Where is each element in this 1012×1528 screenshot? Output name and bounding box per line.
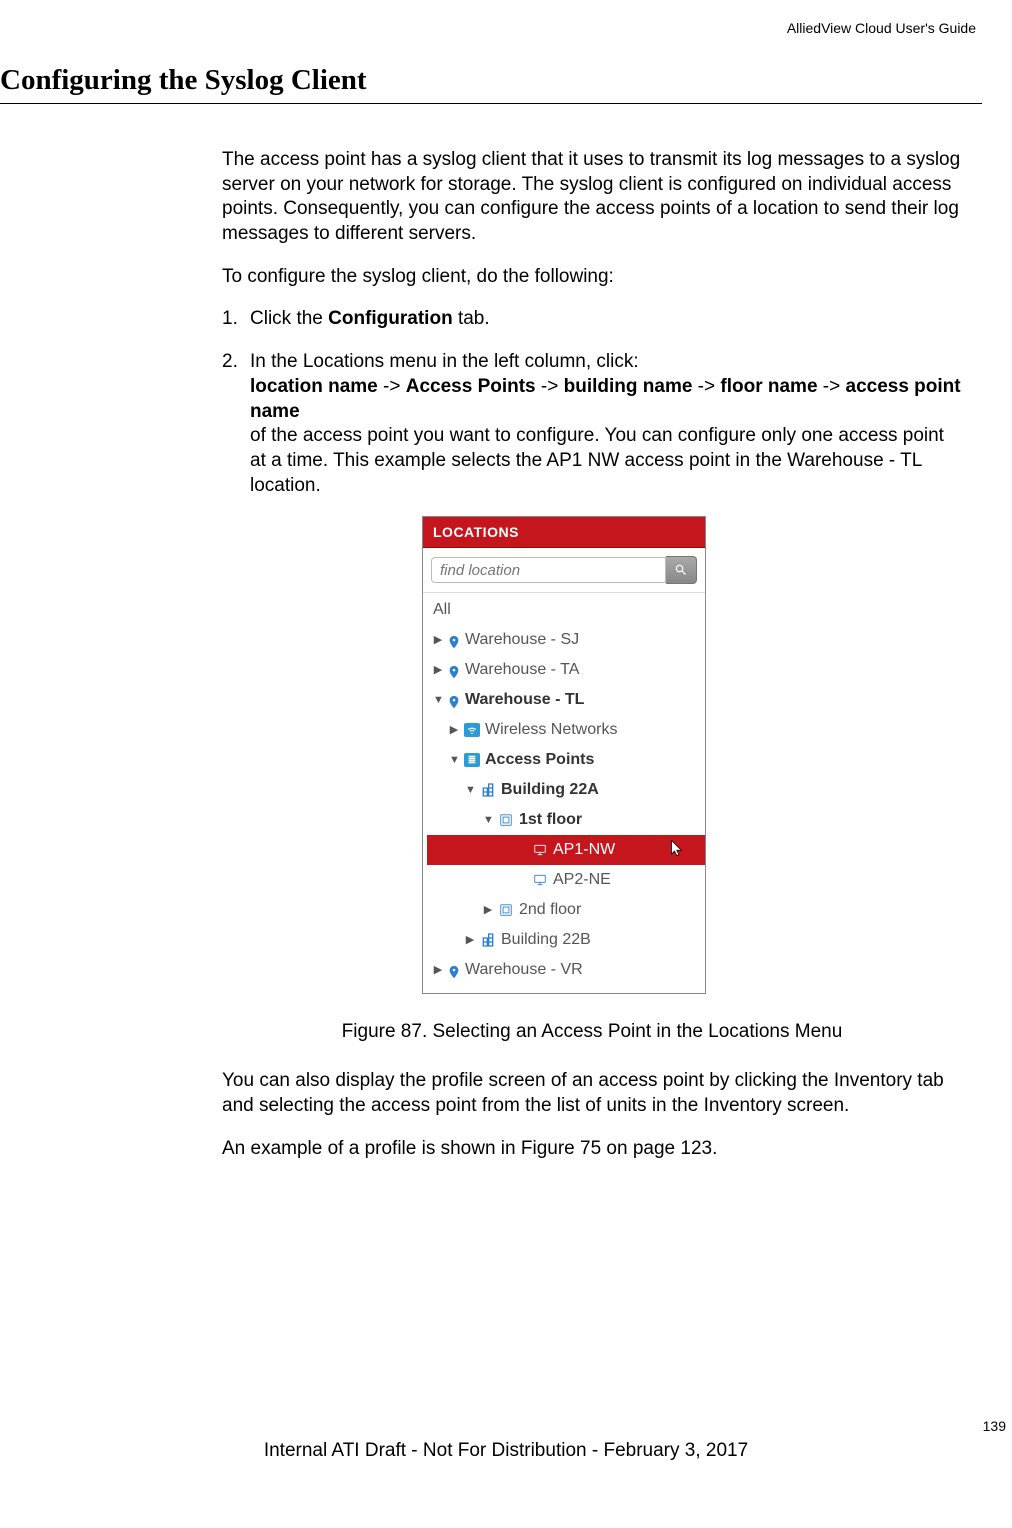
figure-caption: Figure 87. Selecting an Access Point in …	[222, 1020, 962, 1045]
floor-icon	[497, 812, 515, 828]
step-text: of the access point you want to configur…	[250, 425, 944, 495]
step-number: 2.	[222, 350, 250, 498]
access-point-icon: ≣	[463, 752, 481, 768]
path-part: floor name	[720, 376, 817, 397]
find-location-input[interactable]	[431, 557, 666, 583]
tree-label: Building 22B	[501, 928, 591, 952]
tree-label: AP2-NE	[553, 868, 611, 892]
footer-note: Internal ATI Draft - Not For Distributio…	[0, 1440, 1012, 1462]
after-paragraph-1: You can also display the profile screen …	[222, 1069, 962, 1118]
tree-item-2nd-floor[interactable]: 2nd floor	[427, 895, 705, 925]
tree-item-warehouse-tl[interactable]: Warehouse - TL	[427, 685, 705, 715]
tree-item-ap1-nw-selected[interactable]: AP1-NW	[427, 835, 705, 865]
wifi-icon	[463, 722, 481, 738]
building-icon	[479, 932, 497, 948]
floor-icon	[497, 902, 515, 918]
step-bold: Configuration	[328, 308, 453, 329]
caret-right-icon	[433, 662, 443, 679]
step-1: 1. Click the Configuration tab.	[222, 307, 962, 332]
step-text: In the Locations menu in the left column…	[250, 351, 639, 372]
tree-item-building-22b[interactable]: Building 22B	[427, 925, 705, 955]
pin-icon	[447, 963, 461, 977]
tree-item-building-22a[interactable]: Building 22A	[427, 775, 705, 805]
caret-right-icon	[483, 902, 493, 919]
device-icon	[531, 872, 549, 888]
tree-item-access-points[interactable]: ≣ Access Points	[427, 745, 705, 775]
caret-right-icon	[433, 632, 443, 649]
path-sep: ->	[378, 376, 406, 397]
tree-label: Warehouse - SJ	[465, 628, 579, 652]
tree-label: Warehouse - VR	[465, 958, 583, 982]
doc-header: AlliedView Cloud User's Guide	[0, 20, 982, 36]
pin-icon	[447, 663, 461, 677]
page-number: 139	[0, 1418, 1012, 1434]
locations-header: LOCATIONS	[423, 517, 705, 548]
locations-tree: All Warehouse - SJ Warehouse - TA Wareho…	[423, 593, 705, 993]
tree-item-warehouse-ta[interactable]: Warehouse - TA	[427, 655, 705, 685]
tree-label: Wireless Networks	[485, 718, 617, 742]
lead-sentence: To configure the syslog client, do the f…	[222, 265, 962, 290]
caret-right-icon	[449, 722, 459, 739]
section-title: Configuring the Syslog Client	[0, 64, 982, 97]
caret-down-icon	[449, 752, 459, 769]
step-2: 2. In the Locations menu in the left col…	[222, 350, 962, 498]
after-paragraph-2: An example of a profile is shown in Figu…	[222, 1137, 962, 1162]
step-text: Click the	[250, 308, 328, 329]
step-number: 1.	[222, 307, 250, 332]
tree-label: Warehouse - TA	[465, 658, 579, 682]
path-part: building name	[564, 376, 693, 397]
caret-down-icon	[433, 692, 443, 709]
tree-item-warehouse-sj[interactable]: Warehouse - SJ	[427, 625, 705, 655]
intro-paragraph: The access point has a syslog client tha…	[222, 148, 962, 247]
pin-icon	[447, 633, 461, 647]
search-button[interactable]	[666, 556, 697, 584]
tree-label: AP1-NW	[553, 838, 615, 862]
path-sep: ->	[536, 376, 564, 397]
tree-label: Building 22A	[501, 778, 599, 802]
tree-item-1st-floor[interactable]: 1st floor	[427, 805, 705, 835]
tree-item-warehouse-vr[interactable]: Warehouse - VR	[427, 955, 705, 985]
caret-right-icon	[465, 932, 475, 949]
search-icon	[674, 563, 688, 577]
caret-down-icon	[465, 782, 475, 799]
tree-item-ap2-ne[interactable]: AP2-NE	[427, 865, 705, 895]
tree-label: Access Points	[485, 748, 594, 772]
device-icon	[531, 842, 549, 858]
tree-label: 2nd floor	[519, 898, 581, 922]
tree-label: 1st floor	[519, 808, 582, 832]
title-rule	[0, 103, 982, 104]
tree-label: Warehouse - TL	[465, 688, 584, 712]
path-sep: ->	[692, 376, 720, 397]
caret-down-icon	[483, 812, 493, 829]
tree-all[interactable]: All	[427, 595, 705, 625]
locations-panel: LOCATIONS All Warehouse - SJ Warehouse -	[422, 516, 706, 994]
path-part: Access Points	[406, 376, 536, 397]
caret-right-icon	[433, 962, 443, 979]
path-part: location name	[250, 376, 378, 397]
building-icon	[479, 782, 497, 798]
step-text: tab.	[453, 308, 490, 329]
pin-icon	[447, 693, 461, 707]
tree-item-wireless-networks[interactable]: Wireless Networks	[427, 715, 705, 745]
path-sep: ->	[818, 376, 846, 397]
cursor-icon	[667, 839, 687, 859]
